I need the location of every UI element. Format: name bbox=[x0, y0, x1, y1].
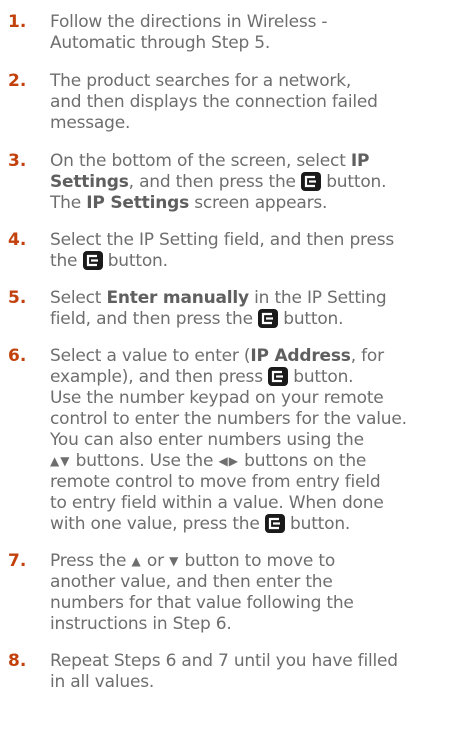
text: button. bbox=[284, 514, 351, 534]
text: button. bbox=[102, 251, 168, 271]
text: example), and then press bbox=[50, 367, 269, 387]
up-arrow-icon: ▲ bbox=[131, 554, 142, 568]
step-line: and then displays the connection failed bbox=[50, 92, 378, 112]
step-line: You can also enter numbers using the bbox=[50, 430, 364, 450]
step-text: The product searches for a network, and … bbox=[50, 71, 445, 134]
step-number: 3. bbox=[8, 151, 27, 171]
text: screen appears. bbox=[188, 193, 328, 213]
step-number: 4. bbox=[8, 230, 27, 250]
step-number: 8. bbox=[8, 651, 27, 671]
step-line: another value, and then enter the bbox=[50, 572, 333, 592]
step-line: to entry field within a value. When done bbox=[50, 493, 384, 513]
step-text: Repeat Steps 6 and 7 until you have fill… bbox=[50, 651, 445, 693]
instruction-document: 1. Follow the directions in Wireless - A… bbox=[0, 0, 449, 747]
step-line: Use the number keypad on your remote bbox=[50, 388, 384, 408]
ip-settings-term: Settings bbox=[50, 172, 129, 192]
enter-key-icon bbox=[264, 514, 285, 533]
step-line: Settings, and then press the button. bbox=[50, 172, 445, 193]
step-line: Select the IP Setting field, and then pr… bbox=[50, 230, 395, 250]
text: button to move to bbox=[179, 551, 336, 571]
ip-settings-term: IP Settings bbox=[86, 193, 189, 213]
text: or bbox=[141, 551, 170, 571]
step-number: 7. bbox=[8, 551, 27, 571]
text: , for bbox=[350, 346, 384, 366]
step-number: 6. bbox=[8, 346, 27, 366]
step-number: 1. bbox=[8, 12, 27, 32]
ip-address-term: IP Address bbox=[250, 346, 351, 366]
step-line: Repeat Steps 6 and 7 until you have fill… bbox=[50, 651, 398, 671]
step-text: On the bottom of the screen, select IP S… bbox=[50, 151, 445, 214]
step-line: example), and then press button. bbox=[50, 367, 445, 388]
text: buttons. Use the bbox=[70, 451, 219, 471]
step-line: ▲▼ buttons. Use the ◀▶ buttons on the bbox=[50, 451, 445, 472]
step-line: On the bottom of the screen, select IP bbox=[50, 151, 445, 172]
text: , and then press the bbox=[128, 172, 302, 192]
step-line: the button. bbox=[50, 251, 445, 272]
step-number: 2. bbox=[8, 71, 27, 91]
text: Select bbox=[50, 288, 107, 308]
step-line: numbers for that value following the bbox=[50, 593, 354, 613]
step-line: field, and then press the button. bbox=[50, 309, 445, 330]
left-right-arrows-icon: ◀▶ bbox=[218, 454, 239, 468]
text: On the bottom of the screen, select bbox=[50, 151, 351, 171]
step-line: remote control to move from entry field bbox=[50, 472, 381, 492]
step-text: Select the IP Setting field, and then pr… bbox=[50, 230, 445, 272]
step-text: Select a value to enter (IP Address, for… bbox=[50, 346, 445, 535]
down-arrow-icon: ▼ bbox=[169, 554, 180, 568]
text: Press the bbox=[50, 551, 132, 571]
text: with one value, press the bbox=[50, 514, 265, 534]
up-down-arrows-icon: ▲▼ bbox=[50, 454, 71, 468]
enter-key-icon bbox=[82, 251, 103, 270]
step-line: instructions in Step 6. bbox=[50, 614, 232, 634]
step-line: The product searches for a network, bbox=[50, 71, 352, 91]
text: button. bbox=[288, 367, 354, 387]
step-line: The IP Settings screen appears. bbox=[50, 193, 445, 214]
step-text: Follow the directions in Wireless - Auto… bbox=[50, 12, 445, 54]
step-line: Select Enter manually in the IP Setting bbox=[50, 288, 445, 309]
enter-key-icon bbox=[301, 172, 322, 191]
step-line: message. bbox=[50, 113, 131, 133]
step-line: in all values. bbox=[50, 672, 155, 692]
step-line: control to enter the numbers for the val… bbox=[50, 409, 407, 429]
step-line: Select a value to enter (IP Address, for bbox=[50, 346, 445, 367]
text: button. bbox=[278, 309, 344, 329]
enter-manually-term: Enter manually bbox=[106, 288, 249, 308]
step-line: Automatic through Step 5. bbox=[50, 33, 271, 53]
step-line: Press the ▲ or ▼ button to move to bbox=[50, 551, 445, 572]
step-line: with one value, press the button. bbox=[50, 514, 445, 535]
text: the bbox=[50, 251, 83, 271]
text: field, and then press the bbox=[50, 309, 259, 329]
text: buttons on the bbox=[238, 451, 367, 471]
ip-settings-term: IP bbox=[350, 151, 370, 171]
text: in the IP Setting bbox=[248, 288, 387, 308]
enter-key-icon bbox=[258, 309, 279, 328]
step-line: Follow the directions in Wireless - bbox=[50, 12, 328, 32]
text: Select a value to enter ( bbox=[50, 346, 251, 366]
step-text: Select Enter manually in the IP Setting … bbox=[50, 288, 445, 330]
step-number: 5. bbox=[8, 288, 27, 308]
text: button. bbox=[321, 172, 387, 192]
text: The bbox=[50, 193, 87, 213]
enter-key-icon bbox=[268, 367, 289, 386]
step-text: Press the ▲ or ▼ button to move to anoth… bbox=[50, 551, 445, 635]
